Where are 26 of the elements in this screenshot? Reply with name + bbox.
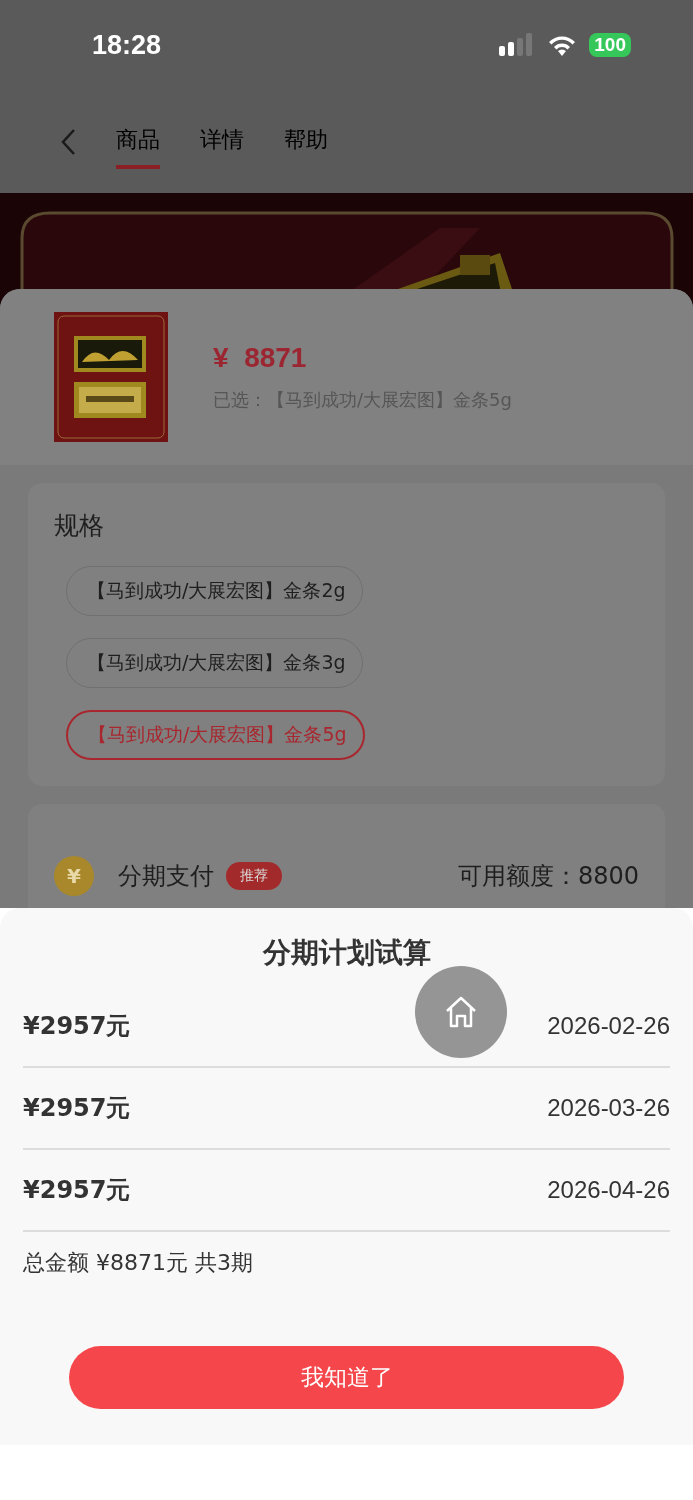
nav-tab[interactable]: 详情 <box>200 124 244 169</box>
total-summary: 总金额 ¥8871元 共3期 <box>23 1249 254 1277</box>
installment-date: 2026-03-26 <box>547 1094 670 1122</box>
home-icon <box>444 995 478 1029</box>
nav-tab[interactable]: 商品 <box>116 124 160 169</box>
installment-amount: ¥2957元 <box>23 1011 131 1042</box>
wifi-icon <box>547 33 578 57</box>
credit-limit: 可用额度：8800 <box>457 861 639 892</box>
confirm-button[interactable]: 我知道了 <box>69 1346 624 1409</box>
spec-option[interactable]: 【马到成功/大展宏图】金条2g <box>66 566 363 616</box>
status-time: 18:28 <box>92 29 162 61</box>
battery-indicator: 100 <box>589 33 631 57</box>
installment-date: 2026-02-26 <box>547 1012 670 1040</box>
recommend-badge: 推荐 <box>226 862 282 890</box>
installment-amount: ¥2957元 <box>23 1175 131 1206</box>
section-title: 规格 <box>54 510 105 542</box>
payment-label: 分期支付 <box>118 861 214 892</box>
sheet-title: 分期计划试算 <box>261 935 432 971</box>
spec-option[interactable]: 【马到成功/大展宏图】金条3g <box>66 638 363 688</box>
installment-amount: ¥2957元 <box>23 1093 131 1124</box>
installment-date: 2026-04-26 <box>547 1176 670 1204</box>
nav-tab[interactable]: 帮助 <box>284 124 328 169</box>
back-icon[interactable] <box>60 127 76 156</box>
spec-option[interactable]: 【马到成功/大展宏图】金条5g <box>66 710 365 760</box>
price: ¥ 8871 <box>213 342 308 374</box>
coin-icon: ¥ <box>54 856 94 896</box>
